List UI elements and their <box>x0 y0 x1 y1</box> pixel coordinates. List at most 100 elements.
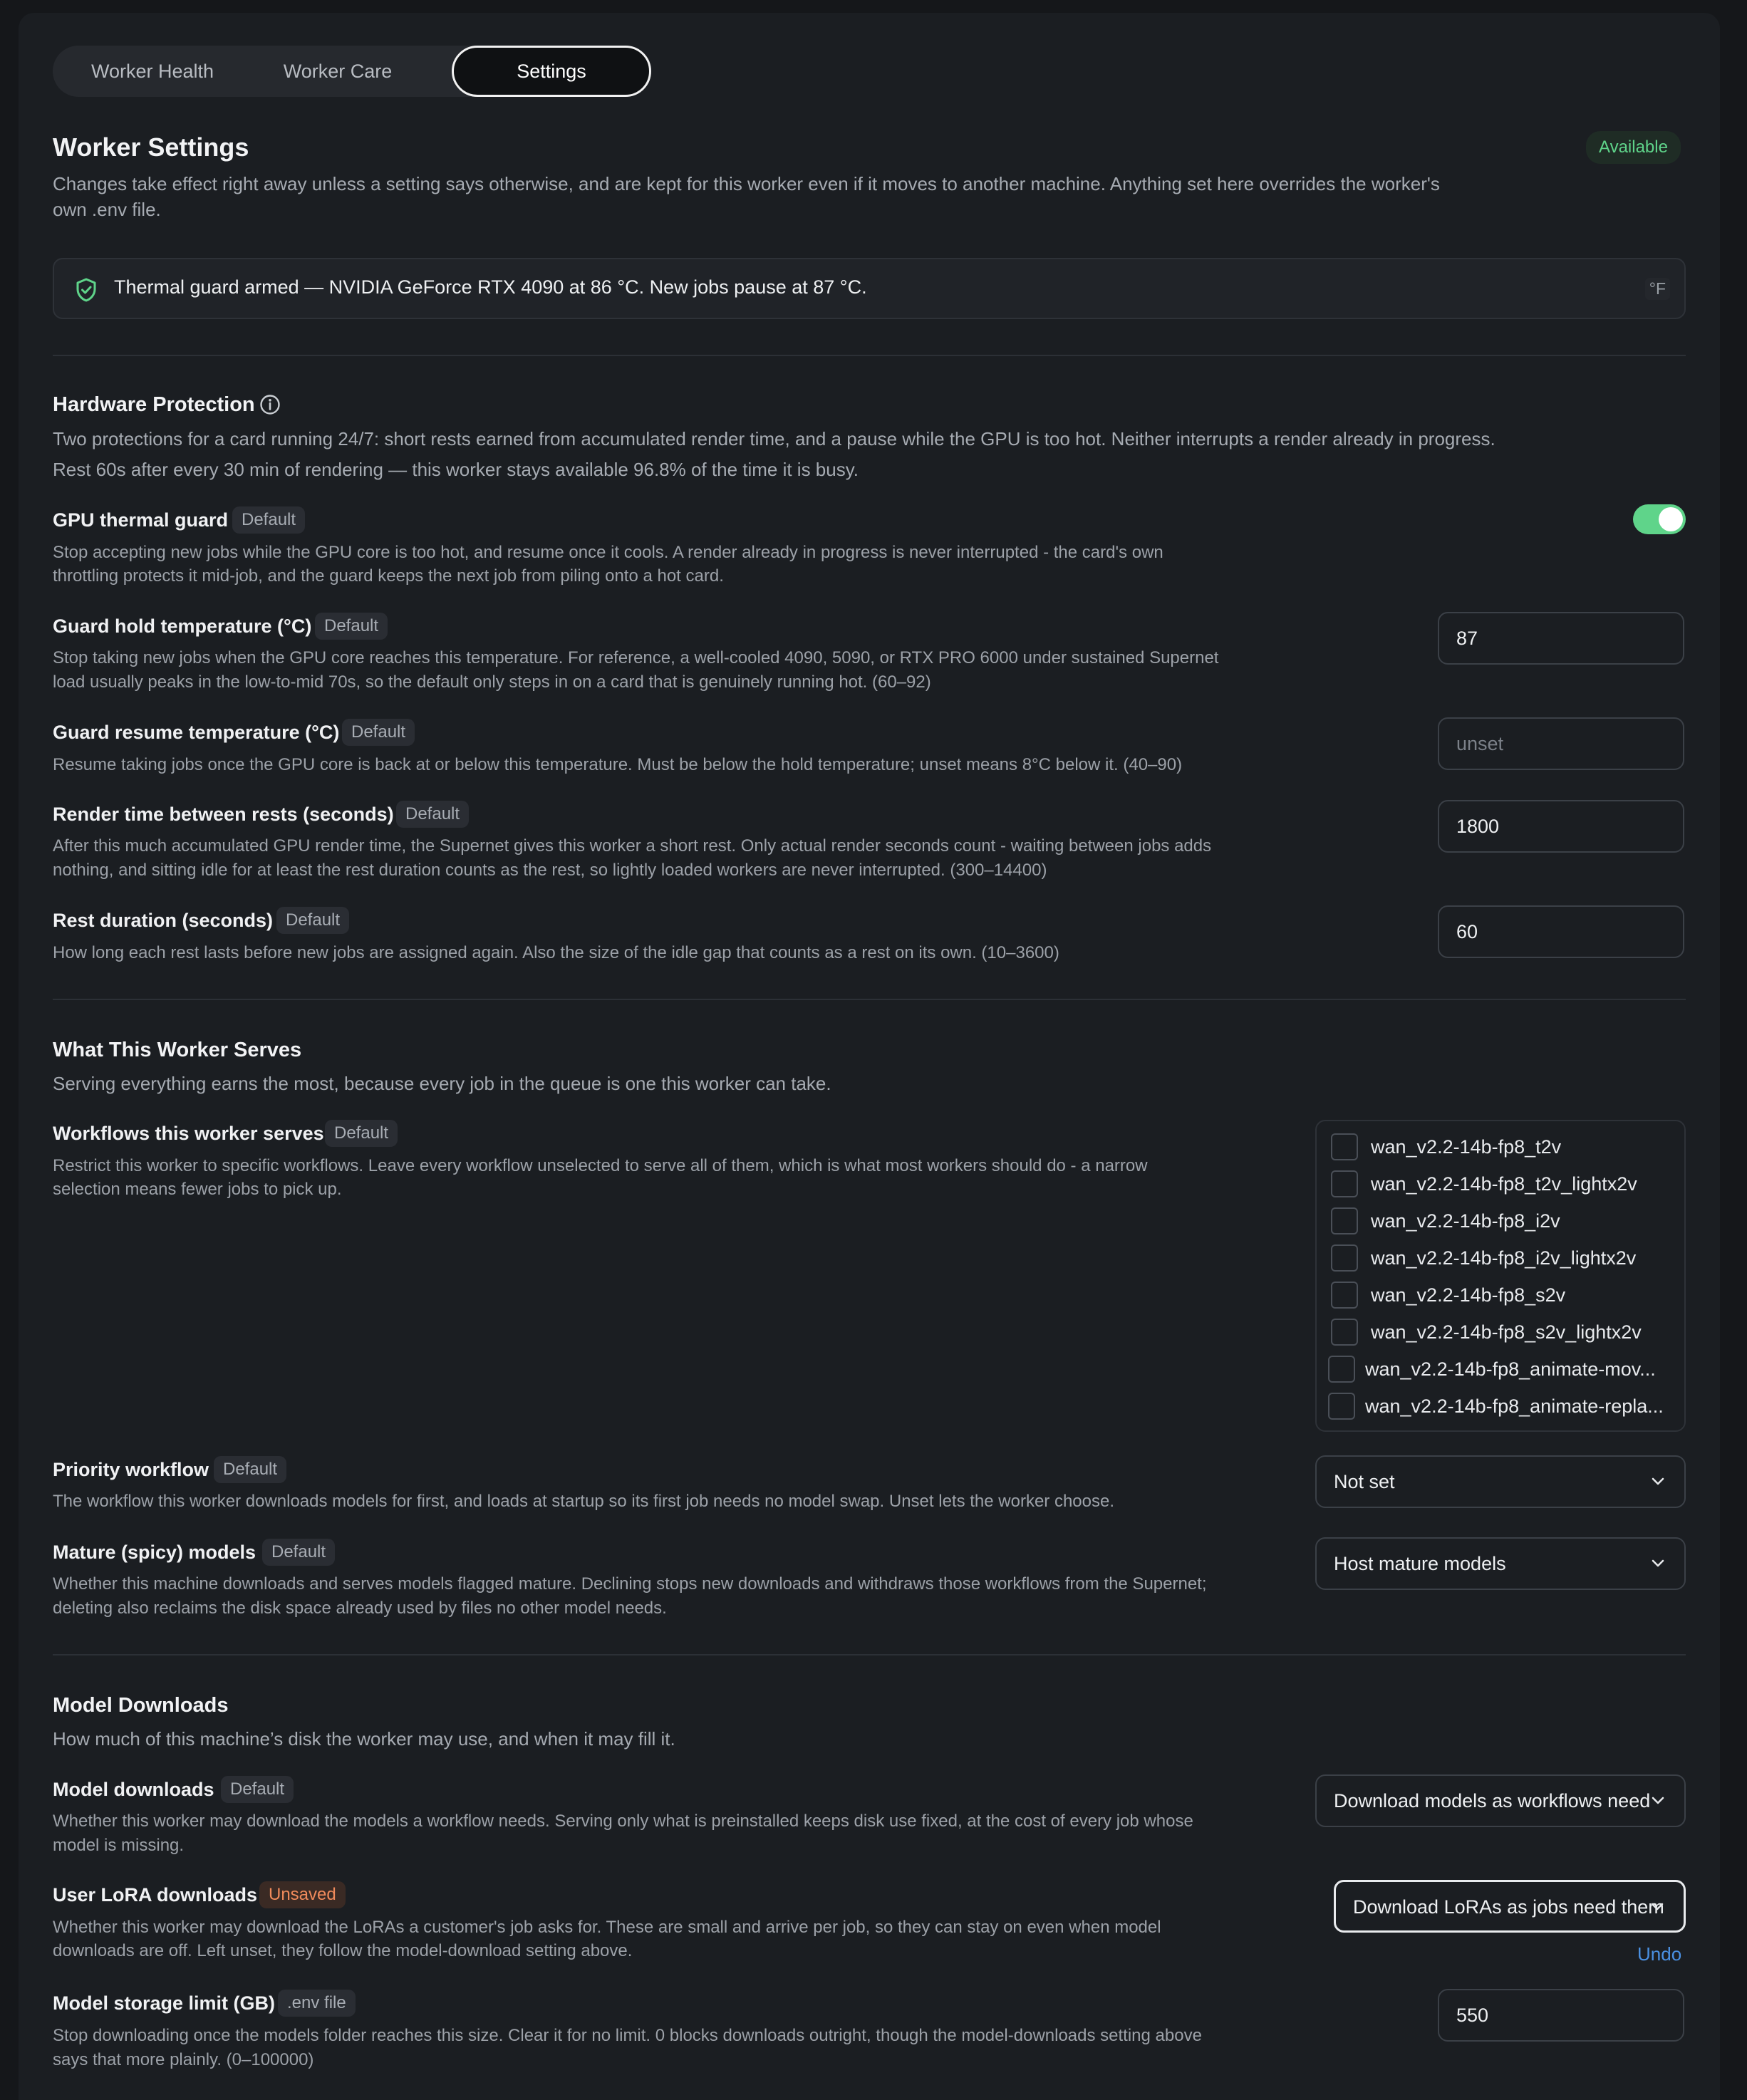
default-badge: Default <box>315 613 388 640</box>
workflow-name: wan_v2.2-14b-fp8_i2v <box>1371 1210 1560 1232</box>
chevron-down-icon <box>1651 1903 1664 1911</box>
info-icon[interactable] <box>259 394 281 415</box>
resume-temp-input[interactable]: unset <box>1438 717 1684 770</box>
workflow-name: wan_v2.2-14b-fp8_s2v <box>1371 1284 1566 1306</box>
section-desc-hardware-line2: Rest 60s after every 30 min of rendering… <box>53 459 859 480</box>
workflow-name: wan_v2.2-14b-fp8_i2v_lightx2v <box>1371 1247 1637 1269</box>
section-title-hardware: Hardware Protection <box>53 393 255 416</box>
mature-models-select[interactable]: Host mature models <box>1315 1537 1686 1590</box>
workflow-item[interactable]: wan_v2.2-14b-fp8_i2v <box>1331 1207 1684 1235</box>
default-badge: Default <box>262 1539 336 1566</box>
section-desc-serves: Serving everything earns the most, becau… <box>53 1073 831 1094</box>
divider <box>53 355 1686 356</box>
section-desc-downloads: How much of this machine’s disk the work… <box>53 1728 675 1750</box>
render-time-desc-line1: After this much accumulated GPU render t… <box>53 836 1212 856</box>
workflow-checkbox[interactable] <box>1328 1356 1355 1383</box>
hold-temp-desc-line1: Stop taking new jobs when the GPU core r… <box>53 648 1219 667</box>
default-badge: Default <box>221 1776 294 1803</box>
default-badge: Default <box>232 506 306 534</box>
shield-check-icon <box>76 278 96 302</box>
default-badge: Default <box>342 719 415 746</box>
tab-worker-health[interactable]: Worker Health <box>53 46 252 97</box>
workflow-checkbox[interactable] <box>1331 1282 1358 1309</box>
thermal-guard-banner: Thermal guard armed — NVIDIA GeForce RTX… <box>53 258 1686 319</box>
rest-duration-input[interactable]: 60 <box>1438 905 1684 958</box>
workflow-item[interactable]: wan_v2.2-14b-fp8_t2v_lightx2v <box>1331 1170 1684 1198</box>
tab-settings[interactable]: Settings <box>452 46 651 97</box>
lora-downloads-value: Download LoRAs as jobs need them <box>1353 1896 1664 1918</box>
workflow-item[interactable]: wan_v2.2-14b-fp8_s2v <box>1331 1281 1684 1309</box>
chevron-down-icon <box>1652 1797 1664 1804</box>
undo-link[interactable]: Undo <box>1637 1943 1681 1965</box>
lora-downloads-desc-line1: Whether this worker may download the LoR… <box>53 1918 1161 1937</box>
workflow-list[interactable]: wan_v2.2-14b-fp8_t2v wan_v2.2-14b-fp8_t2… <box>1315 1120 1686 1432</box>
priority-workflow-select[interactable]: Not set <box>1315 1455 1686 1508</box>
workflows-desc-line1: Restrict this worker to specific workflo… <box>53 1156 1148 1175</box>
priority-workflow-desc-line1: The workflow this worker downloads model… <box>53 1492 1115 1511</box>
tab-bar: Worker Health Worker Care Settings <box>53 46 651 97</box>
section-title-serves: What This Worker Serves <box>53 1039 302 1061</box>
page-description-line1: Changes take effect right away unless a … <box>53 173 1440 194</box>
lora-downloads-label: User LoRA downloads <box>53 1884 258 1906</box>
workflow-checkbox[interactable] <box>1331 1170 1358 1197</box>
workflows-label: Workflows this worker serves <box>53 1123 324 1144</box>
mature-models-desc-line2: deleting also reclaims the disk space al… <box>53 1599 667 1618</box>
default-badge: Default <box>214 1456 287 1483</box>
rest-duration-label: Rest duration (seconds) <box>53 910 274 931</box>
rest-duration-desc-line1: How long each rest lasts before new jobs… <box>53 943 1059 962</box>
workflow-item[interactable]: wan_v2.2-14b-fp8_s2v_lightx2v <box>1331 1318 1684 1346</box>
tab-worker-care[interactable]: Worker Care <box>245 46 430 97</box>
gpu-thermal-guard-toggle[interactable] <box>1633 504 1686 534</box>
workflow-item[interactable]: wan_v2.2-14b-fp8_animate-repla... <box>1328 1392 1684 1420</box>
workflow-item[interactable]: wan_v2.2-14b-fp8_animate-mov... <box>1328 1355 1684 1383</box>
workflow-item[interactable]: wan_v2.2-14b-fp8_i2v_lightx2v <box>1331 1244 1684 1272</box>
model-downloads-select[interactable]: Download models as workflows need <box>1315 1774 1686 1827</box>
resume-temp-label: Guard resume temperature (°C) <box>53 722 340 743</box>
default-badge: Default <box>396 801 470 828</box>
storage-limit-input[interactable]: 550 <box>1438 1989 1684 2042</box>
priority-workflow-value: Not set <box>1334 1471 1395 1492</box>
lora-downloads-select[interactable]: Download LoRAs as jobs need them <box>1334 1880 1686 1933</box>
render-time-desc-line2: nothing, and sitting idle for at least t… <box>53 861 1047 880</box>
workflow-name: wan_v2.2-14b-fp8_s2v_lightx2v <box>1371 1321 1642 1343</box>
render-time-input[interactable]: 1800 <box>1438 800 1684 853</box>
model-downloads-desc-line2: model is missing. <box>53 1836 185 1855</box>
resume-temp-desc-line1: Resume taking jobs once the GPU core is … <box>53 755 1183 774</box>
priority-workflow-label: Priority workflow <box>53 1459 209 1480</box>
workflow-item[interactable]: wan_v2.2-14b-fp8_t2v <box>1331 1133 1684 1161</box>
workflow-checkbox[interactable] <box>1331 1244 1358 1272</box>
banner-text: Thermal guard armed — NVIDIA GeForce RTX… <box>114 276 867 298</box>
unsaved-badge: Unsaved <box>259 1881 346 1908</box>
lora-downloads-desc-line2: downloads are off. Left unset, they foll… <box>53 1941 633 1960</box>
gpu-thermal-guard-desc-line2: throttling protects it mid-job, and the … <box>53 566 724 586</box>
env-file-badge: .env file <box>278 1990 356 2017</box>
gpu-thermal-guard-label: GPU thermal guard <box>53 509 229 531</box>
status-badge: Available <box>1586 131 1681 164</box>
workflow-checkbox[interactable] <box>1331 1319 1358 1346</box>
hold-temp-input[interactable]: 87 <box>1438 612 1684 665</box>
storage-limit-desc-line2: says that more plainly. (0–100000) <box>53 2050 314 2069</box>
unit-toggle-button[interactable]: °F <box>1644 278 1670 300</box>
page-title: Worker Settings <box>53 132 249 162</box>
model-downloads-value: Download models as workflows need <box>1334 1790 1651 1811</box>
model-downloads-label: Model downloads <box>53 1779 214 1800</box>
workflow-checkbox[interactable] <box>1331 1133 1358 1160</box>
workflow-checkbox[interactable] <box>1331 1207 1358 1234</box>
workflow-name: wan_v2.2-14b-fp8_animate-mov... <box>1365 1358 1656 1380</box>
workflows-desc-line2: selection means fewer jobs to pick up. <box>53 1180 342 1199</box>
divider <box>53 1654 1686 1655</box>
page-description-line2: own .env file. <box>53 199 161 220</box>
render-time-label: Render time between rests (seconds) <box>53 804 394 825</box>
chevron-down-icon <box>1652 1477 1664 1485</box>
storage-limit-label: Model storage limit (GB) <box>53 1992 276 2014</box>
divider <box>53 999 1686 1000</box>
mature-models-label: Mature (spicy) models <box>53 1542 256 1563</box>
gpu-thermal-guard-desc-line1: Stop accepting new jobs while the GPU co… <box>53 543 1163 562</box>
mature-models-value: Host mature models <box>1334 1553 1506 1574</box>
mature-models-desc-line1: Whether this machine downloads and serve… <box>53 1574 1207 1594</box>
workflow-checkbox[interactable] <box>1328 1393 1355 1420</box>
toggle-knob <box>1659 507 1683 531</box>
chevron-down-icon <box>1652 1559 1664 1567</box>
hold-temp-label: Guard hold temperature (°C) <box>53 615 312 637</box>
model-downloads-desc-line1: Whether this worker may download the mod… <box>53 1811 1193 1831</box>
